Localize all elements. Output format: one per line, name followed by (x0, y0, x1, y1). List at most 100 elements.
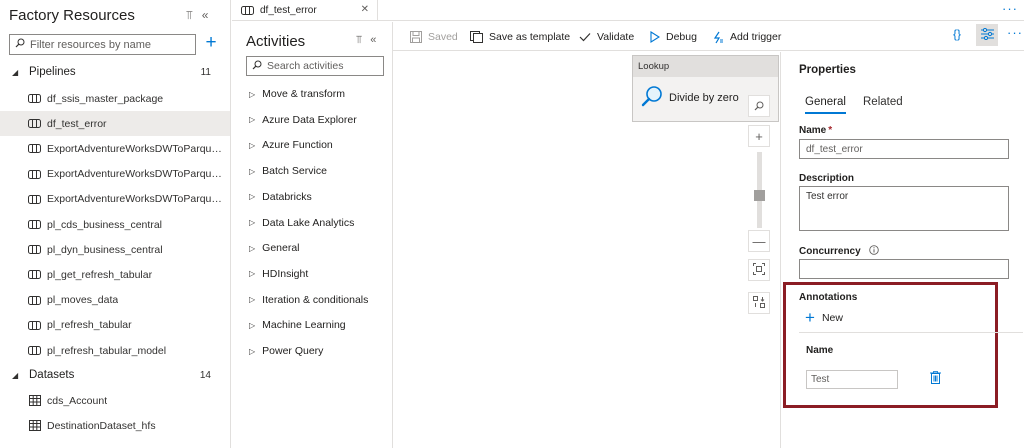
resources-controls: ⫪ « (186, 8, 208, 23)
annotation-value-input[interactable]: Test (806, 370, 898, 389)
add-trigger-button[interactable]: Add trigger (712, 30, 781, 44)
activity-category[interactable]: ▷ Batch Service (249, 163, 327, 179)
activity-category[interactable]: ▷ Azure Data Explorer (249, 112, 357, 128)
debug-button[interactable]: Debug (650, 30, 697, 44)
pipeline-item[interactable]: pl_moves_data (0, 288, 230, 313)
collapse-all-icon[interactable]: ⫪ (186, 8, 193, 23)
pipeline-item[interactable]: pl_refresh_tabular_model (0, 338, 230, 363)
name-input[interactable]: df_test_error (799, 139, 1009, 159)
concurrency-input[interactable] (799, 259, 1009, 279)
activity-category[interactable]: ▷ Databricks (249, 189, 312, 205)
concurrency-field-label: Concurrency (799, 245, 880, 258)
more-icon[interactable]: ··· (1007, 25, 1023, 40)
pipeline-item[interactable]: pl_cds_business_central (0, 212, 230, 237)
pipelines-count: 11 (200, 66, 211, 78)
delete-icon[interactable] (930, 371, 941, 387)
lightning-icon (712, 31, 724, 44)
save-as-template-button[interactable]: Save as template (470, 30, 570, 44)
chevron-right-icon: ▷ (249, 243, 256, 253)
annotations-divider (799, 332, 1023, 333)
lookup-icon (641, 85, 663, 110)
pipeline-item-label: ExportAdventureWorksDWToParque... (47, 142, 223, 155)
pipeline-canvas[interactable]: Lookup Divide by zero + — (393, 52, 780, 448)
auto-align-button[interactable] (748, 292, 770, 314)
activity-category[interactable]: ▷ Iteration & conditionals (249, 292, 368, 308)
resources-search-box[interactable]: Filter resources by name (9, 34, 196, 55)
activity-category[interactable]: ▷ Machine Learning (249, 317, 346, 333)
chevron-right-icon: ▷ (249, 192, 256, 202)
chevron-right-icon: ▷ (249, 140, 256, 150)
pipeline-item[interactable]: df_ssis_master_package (0, 86, 230, 111)
tab-strip: df_test_error ✕ ··· (232, 0, 1024, 21)
activity-node-name: Divide by zero (669, 91, 739, 104)
dataset-item[interactable]: cds_Account (0, 388, 230, 413)
pipeline-item[interactable]: df_test_error (0, 111, 230, 137)
add-resource-button[interactable]: + (202, 33, 220, 54)
tab-general[interactable]: General (805, 96, 846, 114)
plus-icon: + (755, 128, 763, 144)
pipeline-item[interactable]: pl_get_refresh_tabular (0, 262, 230, 287)
activities-search-box[interactable]: Search activities (246, 56, 384, 76)
new-annotation-button[interactable]: + New (805, 308, 843, 327)
collapse-pane-icon[interactable]: « (202, 8, 209, 23)
pipeline-icon (28, 118, 41, 129)
activity-category[interactable]: ▷ Azure Function (249, 137, 333, 153)
zoom-out-button[interactable]: — (748, 230, 770, 252)
collapse-pane-icon[interactable]: « (370, 34, 376, 47)
section-pipelines[interactable]: ◢ Pipelines 11 (0, 62, 230, 82)
pipeline-icon (28, 269, 41, 280)
pipeline-item[interactable]: ExportAdventureWorksDWToParque... (0, 136, 230, 161)
activity-category-label: Databricks (262, 190, 312, 203)
section-datasets-label: Datasets (29, 369, 75, 381)
section-datasets[interactable]: ◢ Datasets 14 (0, 365, 230, 385)
fit-screen-icon (753, 262, 765, 278)
code-view-icon[interactable]: {} (953, 27, 961, 41)
validate-button[interactable]: Validate (579, 30, 634, 44)
activity-category-label: General (262, 242, 300, 255)
tab-related[interactable]: Related (863, 96, 903, 108)
zoom-in-button[interactable]: + (748, 125, 770, 147)
pipeline-icon (241, 5, 254, 16)
saved-button[interactable]: Saved (410, 30, 458, 44)
pipeline-item[interactable]: pl_refresh_tabular (0, 313, 230, 338)
dataset-item[interactable]: DestinationDataset_hfs (0, 413, 230, 438)
tab-df-test-error[interactable]: df_test_error ✕ (232, 0, 378, 21)
pipeline-item-label: df_test_error (47, 117, 107, 130)
pipeline-item-label: pl_refresh_tabular (47, 319, 132, 332)
pipeline-icon (28, 345, 41, 356)
activity-category-label: Move & transform (262, 88, 346, 100)
collapse-all-icon[interactable]: ⫪ (356, 34, 362, 47)
pipeline-item[interactable]: ExportAdventureWorksDWToParque... (0, 162, 230, 187)
chevron-right-icon: ▷ (249, 89, 256, 99)
activity-category[interactable]: ▷ Power Query (249, 343, 323, 359)
properties-toggle-button[interactable] (976, 24, 998, 46)
validate-label: Validate (597, 31, 635, 43)
activity-category[interactable]: ▷ Move & transform (249, 86, 345, 102)
factory-resources-title: Factory Resources (9, 7, 135, 24)
plus-icon: + (805, 308, 815, 327)
activity-category[interactable]: ▷ HDInsight (249, 266, 308, 282)
more-icon[interactable]: ··· (1002, 1, 1018, 16)
tab-label: df_test_error (260, 5, 317, 16)
save-icon (410, 31, 422, 43)
resources-search-placeholder: Filter resources by name (30, 38, 152, 51)
pipeline-item[interactable]: pl_dyn_business_central (0, 237, 230, 262)
table-icon (28, 395, 41, 406)
pipeline-item[interactable]: ExportAdventureWorksDWToParque... (0, 187, 230, 212)
description-textarea[interactable]: Test error (799, 186, 1009, 231)
pipeline-icon (28, 320, 41, 331)
search-icon (252, 60, 262, 73)
activity-category[interactable]: ▷ Data Lake Analytics (249, 215, 354, 231)
pipeline-item-label: pl_moves_data (47, 294, 119, 307)
datasets-count: 14 (199, 369, 211, 381)
close-icon[interactable]: ✕ (361, 4, 369, 15)
chevron-right-icon: ▷ (249, 346, 256, 356)
zoom-slider-thumb[interactable] (754, 190, 765, 201)
zoom-to-fit-button[interactable] (748, 259, 770, 281)
debug-label: Debug (666, 31, 697, 43)
canvas-search-button[interactable] (748, 95, 770, 117)
activity-category[interactable]: ▷ General (249, 240, 300, 256)
expanded-caret-icon: ◢ (12, 370, 19, 380)
pipeline-item-label: df_ssis_master_package (47, 92, 164, 105)
info-icon[interactable] (869, 245, 880, 258)
